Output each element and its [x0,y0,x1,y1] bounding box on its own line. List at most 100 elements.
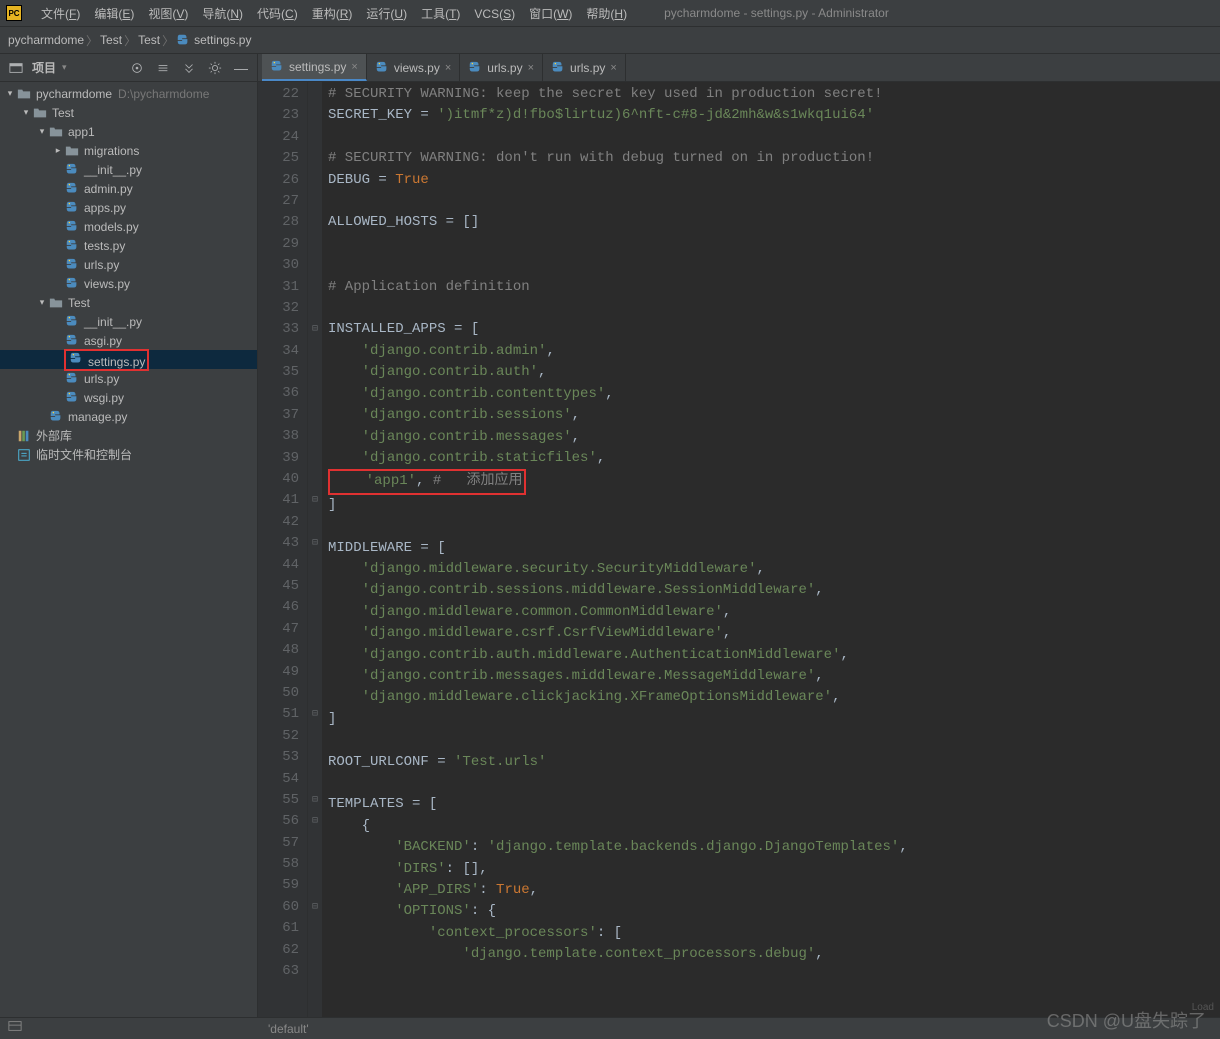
code-line[interactable]: MIDDLEWARE = [ [328,538,1214,559]
tree-item-urls.py[interactable]: urls.py [0,369,257,388]
line-number[interactable]: 23 [258,105,299,126]
code-line[interactable] [328,127,1214,148]
tree-item-__init__.py[interactable]: __init__.py [0,160,257,179]
line-number[interactable]: 30 [258,255,299,276]
code-line[interactable] [328,298,1214,319]
line-number[interactable]: 27 [258,191,299,212]
crumb-3[interactable]: settings.py [176,33,251,47]
line-number[interactable]: 56 [258,811,299,832]
code-line[interactable]: ] [328,709,1214,730]
line-number[interactable]: 24 [258,127,299,148]
tree-item-Test[interactable]: ▾Test [0,293,257,312]
code-line[interactable] [328,966,1214,987]
hide-icon[interactable]: — [231,58,251,78]
close-icon[interactable]: × [351,61,357,73]
tree-item-临时文件和控制台[interactable]: 临时文件和控制台 [0,445,257,464]
tree-item-settings.py[interactable]: settings.py [0,350,257,369]
code-line[interactable]: # SECURITY WARNING: don't run with debug… [328,148,1214,169]
close-icon[interactable]: × [445,62,451,74]
code-line[interactable]: INSTALLED_APPS = [ [328,319,1214,340]
line-number[interactable]: 36 [258,383,299,404]
close-icon[interactable]: × [528,62,534,74]
fold-toggle-icon[interactable]: ⊟ [308,704,322,725]
code-area[interactable]: # SECURITY WARNING: keep the secret key … [322,82,1220,1017]
tab-urls.py-3[interactable]: urls.py× [543,54,626,81]
code-line[interactable]: DEBUG = True [328,170,1214,191]
code-line[interactable]: 'django.middleware.clickjacking.XFrameOp… [328,687,1214,708]
fold-toggle-icon[interactable]: ⊟ [308,790,322,811]
tree-item-tests.py[interactable]: tests.py [0,236,257,255]
line-number[interactable]: 57 [258,833,299,854]
code-line[interactable]: 'django.middleware.common.CommonMiddlewa… [328,602,1214,623]
line-number[interactable]: 35 [258,362,299,383]
code-line[interactable]: # SECURITY WARNING: keep the secret key … [328,84,1214,105]
code-line[interactable]: 'django.contrib.contenttypes', [328,384,1214,405]
line-number[interactable]: 26 [258,170,299,191]
tree-item-wsgi.py[interactable]: wsgi.py [0,388,257,407]
menu-VCS[interactable]: VCS(S) [467,7,522,21]
menu-重构[interactable]: 重构(R) [305,7,360,21]
menu-运行[interactable]: 运行(U) [359,7,414,21]
menu-工具[interactable]: 工具(T) [414,7,467,21]
line-number[interactable]: 31 [258,277,299,298]
tree-item-apps.py[interactable]: apps.py [0,198,257,217]
line-number[interactable]: 46 [258,597,299,618]
fold-toggle-icon[interactable]: ⊟ [308,319,322,340]
locate-icon[interactable] [127,58,147,78]
line-number[interactable]: 42 [258,512,299,533]
code-line[interactable]: 'OPTIONS': { [328,901,1214,922]
code-line[interactable] [328,255,1214,276]
line-number[interactable]: 58 [258,854,299,875]
fold-toggle-icon[interactable]: ⊟ [308,897,322,918]
menu-文件[interactable]: 文件(F) [34,7,87,21]
crumb-1[interactable]: Test [100,33,122,47]
menu-窗口[interactable]: 窗口(W) [522,7,579,21]
line-number[interactable]: 28 [258,212,299,233]
code-line[interactable]: 'django.contrib.sessions', [328,405,1214,426]
line-number[interactable]: 44 [258,555,299,576]
tab-views.py-1[interactable]: views.py× [367,54,460,81]
line-number[interactable]: 43 [258,533,299,554]
tree-item-admin.py[interactable]: admin.py [0,179,257,198]
code-line[interactable]: 'APP_DIRS': True, [328,880,1214,901]
line-gutter[interactable]: 2223242526272829303132333435363738394041… [258,82,308,1017]
line-number[interactable]: 50 [258,683,299,704]
tree-item-models.py[interactable]: models.py [0,217,257,236]
line-number[interactable]: 39 [258,448,299,469]
menu-编辑[interactable]: 编辑(E) [87,7,141,21]
line-number[interactable]: 48 [258,640,299,661]
code-line[interactable] [328,773,1214,794]
project-tree[interactable]: ▾pycharmdomeD:\pycharmdome▾Test▾app1▸mig… [0,82,257,1017]
code-line[interactable]: ROOT_URLCONF = 'Test.urls' [328,752,1214,773]
code-line[interactable]: # Application definition [328,277,1214,298]
tree-arrow-icon[interactable]: ▾ [36,126,48,137]
line-number[interactable]: 55 [258,790,299,811]
code-line[interactable] [328,191,1214,212]
code-line[interactable] [328,516,1214,537]
code-line[interactable]: { [328,816,1214,837]
tree-item-migrations[interactable]: ▸migrations [0,141,257,160]
tab-settings.py-0[interactable]: settings.py× [262,54,367,81]
line-number[interactable]: 34 [258,341,299,362]
tab-urls.py-2[interactable]: urls.py× [460,54,543,81]
collapse-all-icon[interactable] [179,58,199,78]
menu-代码[interactable]: 代码(C) [250,7,305,21]
tree-arrow-icon[interactable]: ▾ [4,88,16,99]
code-line[interactable]: 'context_processors': [ [328,923,1214,944]
code-line[interactable]: 'django.contrib.sessions.middleware.Sess… [328,580,1214,601]
line-number[interactable]: 25 [258,148,299,169]
line-number[interactable]: 38 [258,426,299,447]
tree-item-外部库[interactable]: 外部库 [0,426,257,445]
expand-all-icon[interactable] [153,58,173,78]
line-number[interactable]: 40 [258,469,299,490]
tree-item-Test[interactable]: ▾Test [0,103,257,122]
tree-arrow-icon[interactable]: ▾ [36,297,48,308]
code-line[interactable]: 'django.middleware.csrf.CsrfViewMiddlewa… [328,623,1214,644]
code-line[interactable]: SECRET_KEY = ')itmf*z)d!fbo$lirtuz)6^nft… [328,105,1214,126]
code-line[interactable]: 'django.contrib.auth', [328,362,1214,383]
line-number[interactable]: 61 [258,918,299,939]
line-number[interactable]: 53 [258,747,299,768]
tree-item-pycharmdome[interactable]: ▾pycharmdomeD:\pycharmdome [0,84,257,103]
dropdown-arrow-icon[interactable]: ▾ [62,62,67,73]
tree-arrow-icon[interactable]: ▸ [52,145,64,156]
